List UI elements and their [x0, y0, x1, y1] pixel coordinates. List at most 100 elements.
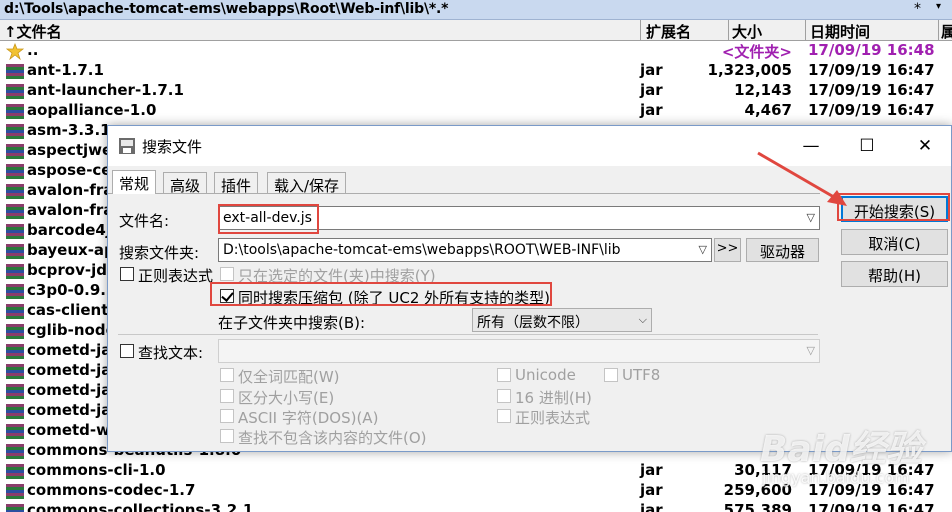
tab-load-save[interactable]: 载入/保存 — [267, 172, 347, 195]
jar-file-icon — [6, 123, 24, 140]
path-bar[interactable]: d:\Tools\apache-tomcat-ems\webapps\Root\… — [0, 0, 952, 20]
file-row[interactable]: aopalliance-1.0 jar 4,467 17/09/19 16:47 — [0, 101, 952, 121]
file-row[interactable]: commons-cli-1.0 jar 30,117 17/09/19 16:47 — [0, 461, 952, 481]
folder-combo[interactable]: D:\tools\apache-tomcat-ems\webapps\ROOT\… — [218, 238, 712, 262]
utf8-label: UTF8 — [622, 366, 661, 384]
file-row[interactable]: ant-launcher-1.7.1 jar 12,143 17/09/19 16:4… — [0, 81, 952, 101]
find-text-checkbox[interactable] — [120, 344, 134, 358]
tab-advanced[interactable]: 高级 — [163, 172, 208, 195]
file-date: 17/09/19 16:48 — [808, 41, 935, 59]
ascii-checkbox[interactable] — [220, 409, 234, 423]
regex-label: 正则表达式 — [138, 267, 214, 285]
file-size: 1,323,005 — [707, 61, 792, 79]
column-name[interactable]: ↑文件名 — [4, 21, 62, 42]
dialog-titlebar[interactable]: 搜索文件 — ☐ ✕ — [108, 126, 951, 166]
jar-file-icon — [6, 363, 24, 380]
hex-checkbox[interactable] — [497, 389, 511, 403]
file-name: commons-collections-3.2.1 — [27, 501, 254, 512]
ascii-label: ASCII 字符(DOS)(A) — [238, 409, 379, 427]
column-attr[interactable]: 属 — [941, 21, 952, 42]
jar-file-icon — [6, 423, 24, 440]
find-text-combo[interactable]: ▽ — [218, 339, 820, 363]
search-archives-checkbox[interactable] — [220, 289, 234, 303]
only-selected-label: 只在选定的文件(夹)中搜索(Y) — [238, 267, 436, 285]
file-name: c3p0-0.9.1 — [27, 281, 117, 299]
file-date: 17/09/19 16:47 — [808, 101, 935, 119]
jar-file-icon — [6, 323, 24, 340]
file-row[interactable]: .. <文件夹> 17/09/19 16:48 — [0, 41, 952, 61]
search-files-dialog: 搜索文件 — ☐ ✕ 常规 高级 插件 载入/保存 文件名: ext-all-d… — [107, 125, 952, 452]
only-selected-checkbox[interactable] — [220, 267, 234, 281]
folder-input[interactable]: D:\tools\apache-tomcat-ems\webapps\ROOT\… — [223, 242, 621, 258]
column-date[interactable]: 日期时间 — [810, 21, 870, 42]
file-date: 17/09/19 16:47 — [808, 461, 935, 479]
jar-file-icon — [6, 303, 24, 320]
case-sensitive-checkbox[interactable] — [220, 389, 234, 403]
browse-button[interactable]: >> — [714, 238, 741, 262]
filename-label: 文件名: — [119, 212, 170, 230]
file-date: 17/09/19 16:47 — [808, 501, 935, 512]
regex-text-label: 正则表达式 — [515, 409, 591, 427]
jar-file-icon — [6, 403, 24, 420]
file-name: asm-3.3.1 — [27, 121, 111, 139]
chevron-down-icon[interactable]: ▽ — [699, 243, 707, 256]
jar-file-icon — [6, 343, 24, 360]
jar-file-icon — [6, 443, 24, 460]
jar-file-icon — [6, 143, 24, 160]
regex-text-checkbox[interactable] — [497, 409, 511, 423]
utf8-checkbox[interactable] — [604, 368, 618, 382]
cancel-button[interactable]: 取消(C) — [841, 229, 948, 255]
chevron-down-icon[interactable]: ▾ — [936, 1, 941, 12]
jar-file-icon — [6, 243, 24, 260]
unicode-checkbox[interactable] — [497, 368, 511, 382]
chevron-down-icon[interactable]: ⌵ — [639, 313, 647, 327]
column-size[interactable]: 大小 — [732, 21, 762, 42]
chevron-down-icon[interactable]: ▽ — [807, 344, 815, 357]
file-date: 17/09/19 16:47 — [808, 481, 935, 499]
subfolder-depth-value: 所有（层数不限） — [477, 315, 589, 331]
subfolder-depth-select[interactable]: 所有（层数不限） ⌵ — [472, 308, 652, 332]
case-sensitive-label: 区分大小写(E) — [238, 389, 335, 407]
close-icon[interactable]: ✕ — [910, 136, 940, 156]
filter-star-button[interactable]: * — [914, 1, 921, 17]
regex-checkbox[interactable] — [120, 267, 134, 281]
chevron-down-icon[interactable]: ▽ — [807, 211, 815, 224]
file-size: 12,143 — [734, 81, 792, 99]
file-name: .. — [27, 41, 39, 59]
divider — [118, 334, 818, 335]
maximize-icon[interactable]: ☐ — [852, 136, 882, 156]
dialog-tabs: 常规 高级 插件 载入/保存 — [108, 170, 951, 195]
column-header: ↑文件名 扩展名 大小 日期时间 属 — [0, 20, 952, 41]
tab-plugins[interactable]: 插件 — [214, 172, 259, 195]
filename-combo[interactable]: ext-all-dev.js ▽ — [218, 206, 820, 230]
not-contain-checkbox[interactable] — [220, 429, 234, 443]
column-ext[interactable]: 扩展名 — [646, 21, 691, 42]
tab-general[interactable]: 常规 — [112, 170, 157, 194]
file-ext: jar — [640, 101, 663, 119]
file-row[interactable]: ant-1.7.1 jar 1,323,005 17/09/19 16:47 — [0, 61, 952, 81]
start-search-button[interactable]: 开始搜索(S) — [841, 196, 948, 222]
minimize-icon[interactable]: — — [796, 136, 826, 156]
drives-button[interactable]: 驱动器 — [746, 238, 819, 262]
hex-label: 16 进制(H) — [515, 389, 592, 407]
folder-label: 搜索文件夹: — [119, 244, 200, 262]
whole-words-checkbox[interactable] — [220, 368, 234, 382]
jar-file-icon — [6, 223, 24, 240]
file-ext: jar — [640, 61, 663, 79]
tab-general-panel — [108, 193, 820, 449]
file-size: 4,467 — [744, 101, 792, 119]
file-row[interactable]: commons-codec-1.7 jar 259,600 17/09/19 16:4… — [0, 481, 952, 501]
filename-input[interactable]: ext-all-dev.js — [223, 210, 312, 226]
jar-file-icon — [6, 183, 24, 200]
file-size: 30,117 — [734, 461, 792, 479]
file-size: 575,389 — [723, 501, 792, 512]
find-text-label: 查找文本: — [138, 344, 204, 362]
file-row[interactable]: commons-collections-3.2.1 jar 575,389 17/09… — [0, 501, 952, 512]
help-button[interactable]: 帮助(H) — [841, 261, 948, 287]
file-ext: jar — [640, 481, 663, 499]
jar-file-icon — [6, 83, 24, 100]
file-ext: jar — [640, 501, 663, 512]
file-size: 259,600 — [723, 481, 792, 499]
file-name: commons-codec-1.7 — [27, 481, 196, 499]
subfolder-label: 在子文件夹中搜索(B): — [218, 314, 366, 332]
